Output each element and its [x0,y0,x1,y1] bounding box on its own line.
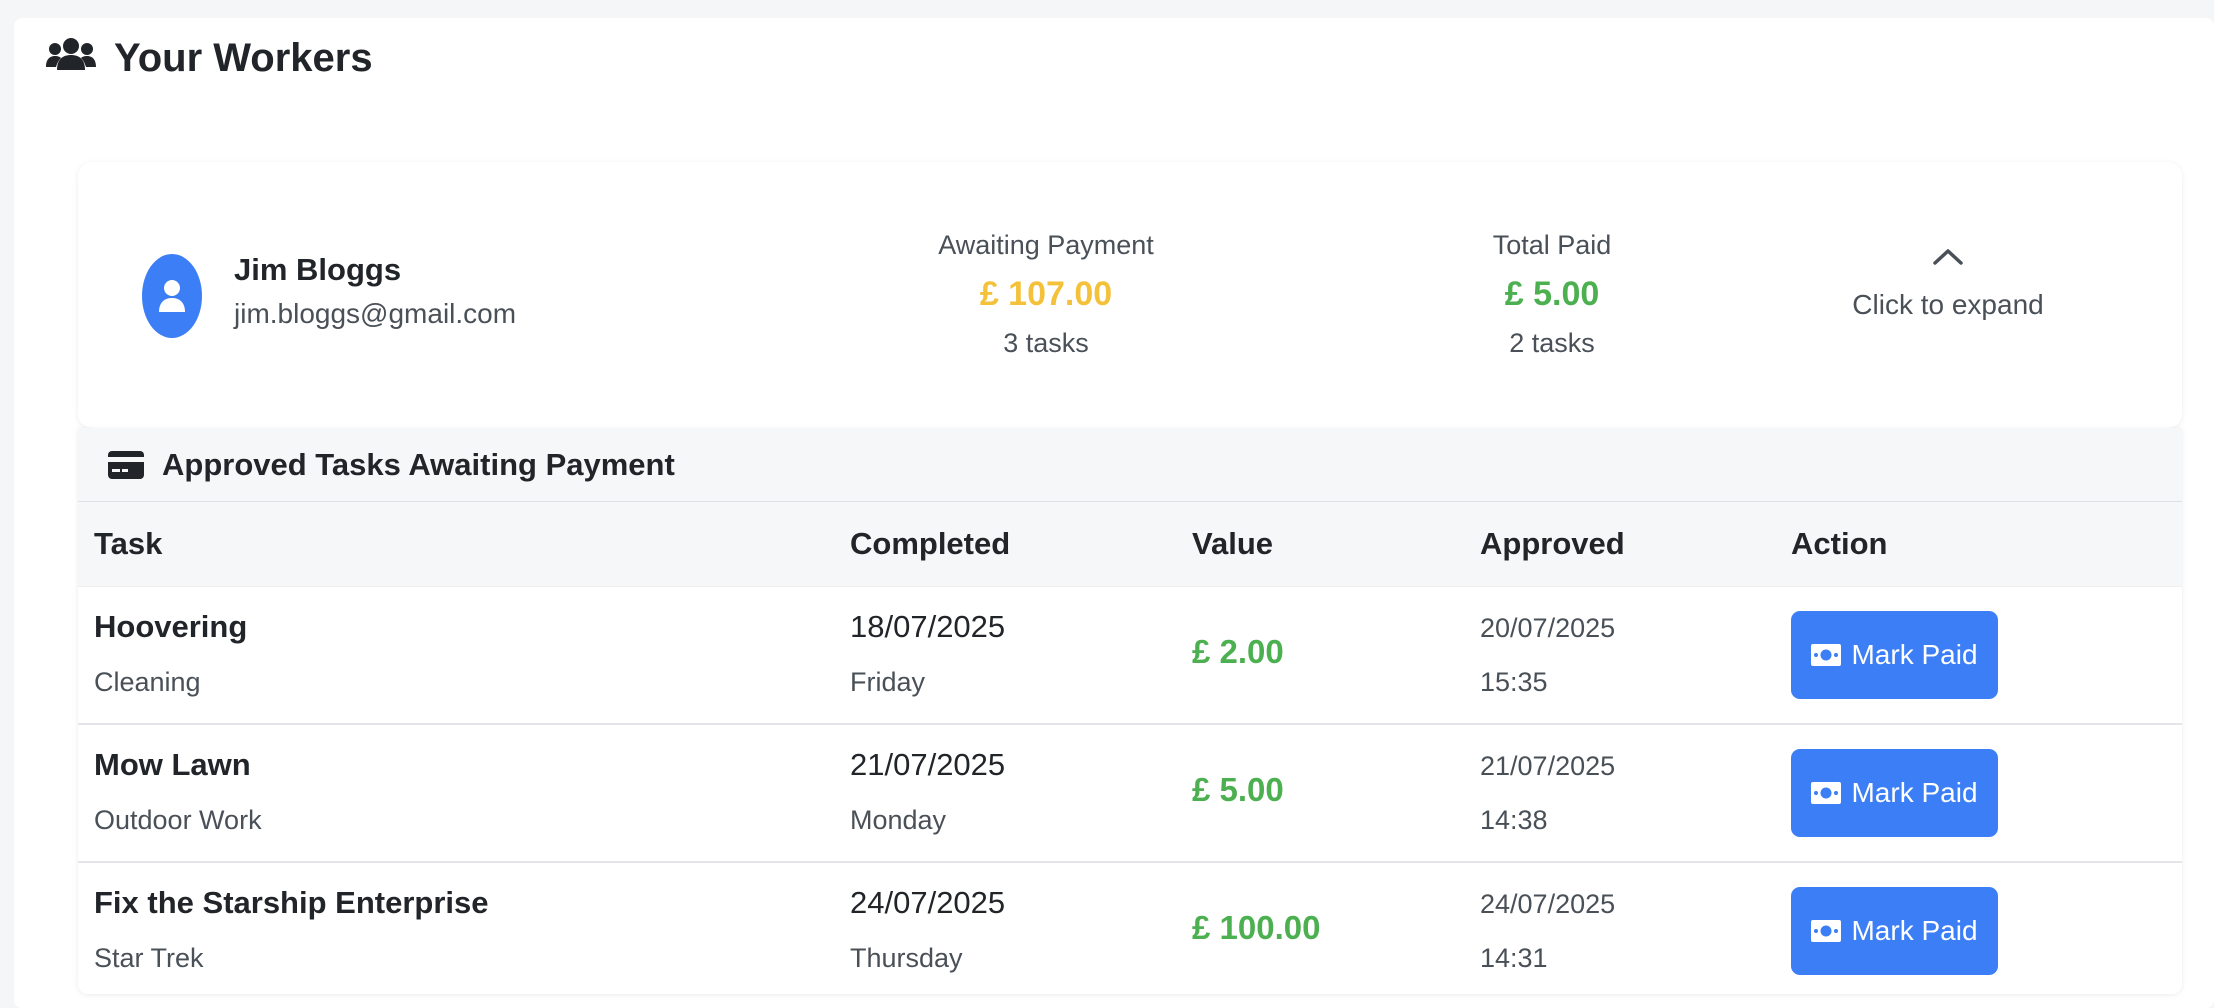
column-header-approved: Approved [1480,526,1625,561]
column-header-completed: Completed [850,526,1011,561]
total-paid-label: Total Paid [1492,230,1612,260]
total-paid-count: 2 tasks [1509,328,1595,358]
expand-label: Click to expand [1852,289,2044,320]
completed-day: Friday [850,667,926,697]
task-category: Outdoor Work [94,805,262,835]
mark-paid-label: Mark Paid [1851,639,1978,670]
page-title: Your Workers [114,35,373,80]
completed-day: Thursday [850,943,963,973]
avatar [142,254,202,338]
column-header-task: Task [94,526,163,561]
table-header: Task Completed Value Approved Action [78,502,2182,587]
completed-date: 21/07/2025 [850,747,1006,782]
task-name: Fix the Starship Enterprise [94,885,489,920]
approved-time: 14:38 [1480,805,1548,835]
mark-paid-label: Mark Paid [1851,915,1978,946]
task-value: £ 5.00 [1192,771,1284,808]
mark-paid-label: Mark Paid [1851,777,1978,808]
mark-paid-button[interactable]: Mark Paid [1791,611,1998,699]
column-header-value: Value [1192,526,1273,561]
task-category: Cleaning [94,667,201,697]
expand-toggle[interactable]: Click to expand [1818,246,2078,321]
worker-email: jim.bloggs@gmail.com [234,298,517,329]
awaiting-payment-count: 3 tasks [1003,328,1089,358]
worker-summary-card[interactable]: Jim Bloggs jim.bloggs@gmail.com Awaiting… [78,162,2182,428]
money-bill-icon [1811,782,1842,804]
task-name: Hoovering [94,609,248,644]
approved-time: 15:35 [1480,667,1548,697]
credit-card-icon [108,450,144,479]
money-bill-icon [1811,920,1842,942]
approved-time: 14:31 [1480,943,1548,973]
completed-date: 24/07/2025 [850,885,1006,920]
money-bill-icon [1811,644,1842,666]
awaiting-payment-amount: £ 107.00 [979,275,1113,313]
awaiting-payment-stat: Awaiting Payment £ 107.00 3 tasks [846,230,1246,359]
user-icon [159,280,185,312]
approved-tasks-section: Approved Tasks Awaiting Payment Task Com… [78,428,2182,994]
chevron-up-icon [1933,249,1963,265]
approved-date: 24/07/2025 [1480,889,1616,919]
section-title: Approved Tasks Awaiting Payment [162,446,675,482]
task-value: £ 2.00 [1192,633,1284,670]
approved-date: 21/07/2025 [1480,751,1616,781]
task-name: Mow Lawn [94,747,251,782]
section-header: Approved Tasks Awaiting Payment [78,428,2182,502]
page-header: Your Workers [46,36,373,80]
worker-name: Jim Bloggs [234,252,402,287]
task-value: £ 100.00 [1192,909,1321,946]
awaiting-payment-label: Awaiting Payment [938,230,1154,260]
table-row: Fix the Starship Enterprise Star Trek 24… [78,863,2182,994]
total-paid-stat: Total Paid £ 5.00 2 tasks [1352,230,1752,359]
task-category: Star Trek [94,943,204,973]
approved-date: 20/07/2025 [1480,613,1616,643]
table-row: Mow Lawn Outdoor Work 21/07/2025 Monday … [78,725,2182,863]
users-icon [46,36,96,81]
table-row: Hoovering Cleaning 18/07/2025 Friday £ 2… [78,587,2182,725]
completed-day: Monday [850,805,947,835]
completed-date: 18/07/2025 [850,609,1006,644]
mark-paid-button[interactable]: Mark Paid [1791,887,1998,975]
mark-paid-button[interactable]: Mark Paid [1791,749,1998,837]
column-header-action: Action [1791,526,1888,561]
total-paid-amount: £ 5.00 [1504,275,1600,313]
